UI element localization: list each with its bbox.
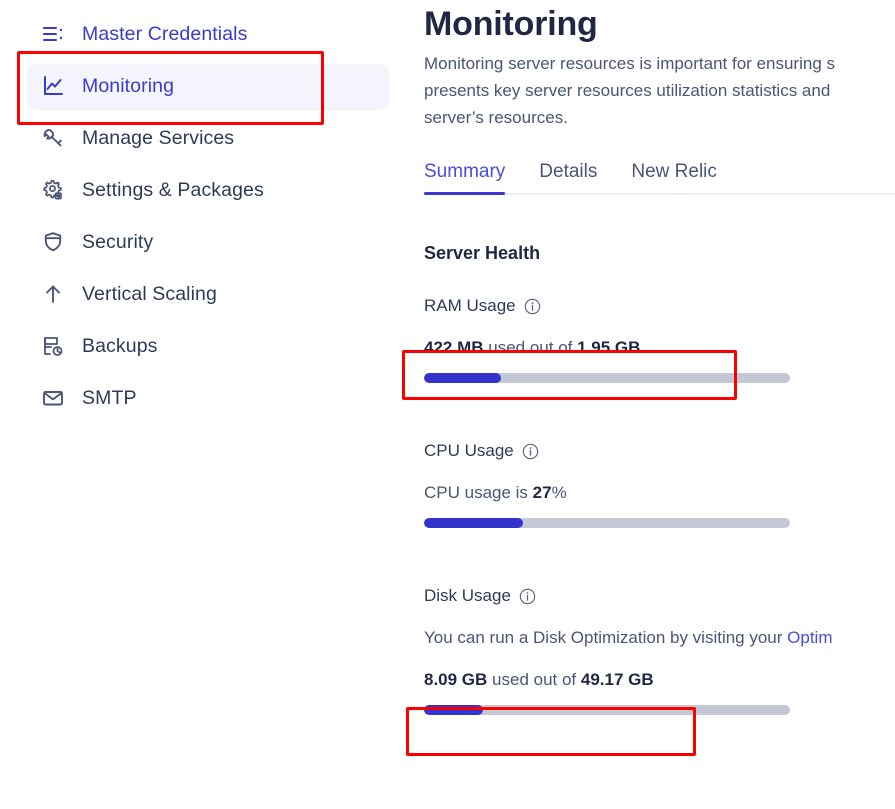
metric-ram-header: RAM Usage — [424, 296, 895, 316]
sidebar-item-label: Vertical Scaling — [82, 282, 217, 305]
page-title: Monitoring — [424, 5, 598, 43]
metric-cpu-progress-fill — [424, 518, 523, 528]
metric-ram-label: RAM Usage — [424, 296, 516, 315]
disk-optimization-link[interactable]: Optim — [787, 628, 832, 647]
tab-summary[interactable]: Summary — [424, 161, 506, 195]
info-icon[interactable] — [519, 588, 536, 605]
metric-cpu-value: CPU usage is 27% — [424, 483, 895, 503]
metric-disk-middle: used out of — [487, 670, 581, 689]
metric-ram-progress-fill — [424, 373, 501, 383]
sidebar-item-security[interactable]: Security — [28, 220, 388, 264]
monitoring-screen: Master Credentials Monitoring Manage Ser… — [0, 0, 895, 809]
shield-icon — [40, 229, 66, 255]
metric-cpu-usage: CPU Usage CPU usage is 27% — [424, 441, 895, 528]
metric-cpu-prefix: CPU usage is — [424, 483, 533, 502]
sidebar-item-smtp[interactable]: SMTP — [28, 376, 388, 420]
sidebar-nav: Master Credentials Monitoring Manage Ser… — [0, 0, 410, 809]
section-title-server-health: Server Health — [424, 243, 541, 263]
list-menu-icon — [40, 21, 66, 47]
tab-bar: Summary Details New Relic — [424, 161, 895, 195]
page-description: Monitoring server resources is important… — [424, 54, 835, 127]
envelope-icon — [40, 385, 66, 411]
tab-details[interactable]: Details — [539, 161, 597, 193]
metric-disk-note-prefix: You can run a Disk Optimization by visit… — [424, 628, 788, 647]
main-content: Monitoring Monitoring server resources i… — [410, 0, 895, 809]
metric-ram-value: 422 MB used out of 1.95 GB — [424, 338, 895, 358]
sidebar-item-master-credentials[interactable]: Master Credentials — [28, 12, 388, 56]
metric-disk-total: 49.17 GB — [580, 670, 654, 689]
sidebar-item-label: Manage Services — [82, 126, 235, 149]
metric-ram-usage: RAM Usage 422 MB used out of 1.95 GB — [424, 296, 895, 383]
metric-disk-progress-fill — [424, 705, 483, 715]
metric-ram-used: 422 MB — [424, 338, 484, 357]
sidebar-item-backups[interactable]: Backups — [28, 324, 388, 368]
sidebar-item-label: Settings & Packages — [82, 178, 264, 201]
arrow-up-icon — [40, 281, 66, 307]
backup-restore-icon — [40, 333, 66, 359]
metric-ram-progress-track — [424, 373, 790, 383]
sidebar-item-monitoring[interactable]: Monitoring — [28, 64, 388, 108]
metric-cpu-progress-track — [424, 518, 790, 528]
info-icon[interactable] — [522, 443, 539, 460]
metric-disk-label: Disk Usage — [424, 586, 511, 605]
metric-ram-total: 1.95 GB — [577, 338, 641, 357]
metric-cpu-label: CPU Usage — [424, 441, 514, 460]
metric-disk-progress-track — [424, 705, 790, 715]
metric-disk-note: You can run a Disk Optimization by visit… — [424, 628, 895, 648]
sidebar-item-label: Backups — [82, 334, 158, 357]
metric-ram-middle: used out of — [483, 338, 578, 357]
sidebar-item-manage-services[interactable]: Manage Services — [28, 116, 388, 160]
sidebar-item-settings-packages[interactable]: Settings & Packages — [28, 168, 388, 212]
sidebar-item-label: SMTP — [82, 386, 137, 409]
info-icon[interactable] — [524, 298, 541, 315]
sidebar-item-vertical-scaling[interactable]: Vertical Scaling — [28, 272, 388, 316]
metric-disk-header: Disk Usage — [424, 586, 895, 606]
metric-disk-value: 8.09 GB used out of 49.17 GB — [424, 670, 895, 690]
metric-disk-used: 8.09 GB — [424, 670, 488, 689]
tab-new-relic[interactable]: New Relic — [631, 161, 717, 193]
gear-icon — [40, 177, 66, 203]
sidebar-item-label: Monitoring — [82, 74, 175, 97]
chart-line-icon — [40, 73, 66, 99]
wrench-icon — [40, 125, 66, 151]
metric-cpu-header: CPU Usage — [424, 441, 895, 461]
sidebar-item-label: Security — [82, 230, 154, 253]
metric-cpu-suffix: % — [551, 483, 567, 502]
metric-cpu-percent: 27 — [532, 483, 552, 502]
sidebar-item-label: Master Credentials — [82, 22, 248, 45]
metric-disk-usage: Disk Usage You can run a Disk Optimizati… — [424, 586, 895, 715]
